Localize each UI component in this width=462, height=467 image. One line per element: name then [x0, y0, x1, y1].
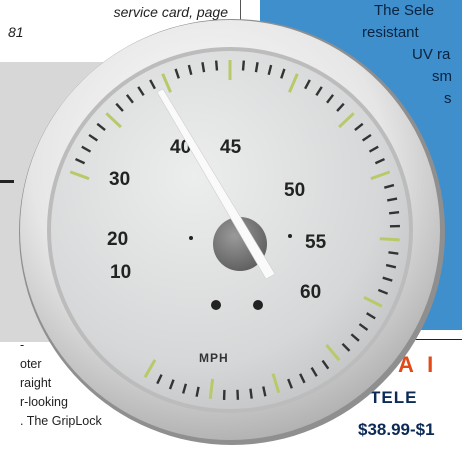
gauge-tick	[241, 60, 246, 71]
gauge-dot	[189, 236, 193, 240]
gauge-tick	[214, 60, 219, 71]
gauge-unit-label: MPH	[199, 351, 229, 365]
speedometer-gauge-photo: 40 45 50 55 60 30 20 10 MPH	[19, 19, 445, 445]
gauge-tick	[388, 251, 399, 255]
gauge-numeral-10: 10	[110, 262, 131, 283]
gauge-tick	[388, 211, 400, 215]
gauge-dot	[211, 300, 221, 310]
gauge-tick	[201, 62, 206, 73]
gauge-tick	[249, 388, 253, 399]
gauge-numeral-45: 45	[220, 137, 242, 158]
gauge-tick	[379, 237, 400, 242]
gauge-dot	[288, 234, 292, 238]
gauge-numeral-20: 20	[107, 229, 128, 250]
gauge-tick	[254, 62, 259, 73]
gauge-numeral-50: 50	[284, 180, 305, 201]
gauge-dot	[253, 300, 263, 310]
gauge-numeral-30: 30	[109, 169, 130, 190]
gauge-numeral-60: 60	[300, 282, 321, 303]
gauge-numeral-55: 55	[305, 232, 327, 253]
